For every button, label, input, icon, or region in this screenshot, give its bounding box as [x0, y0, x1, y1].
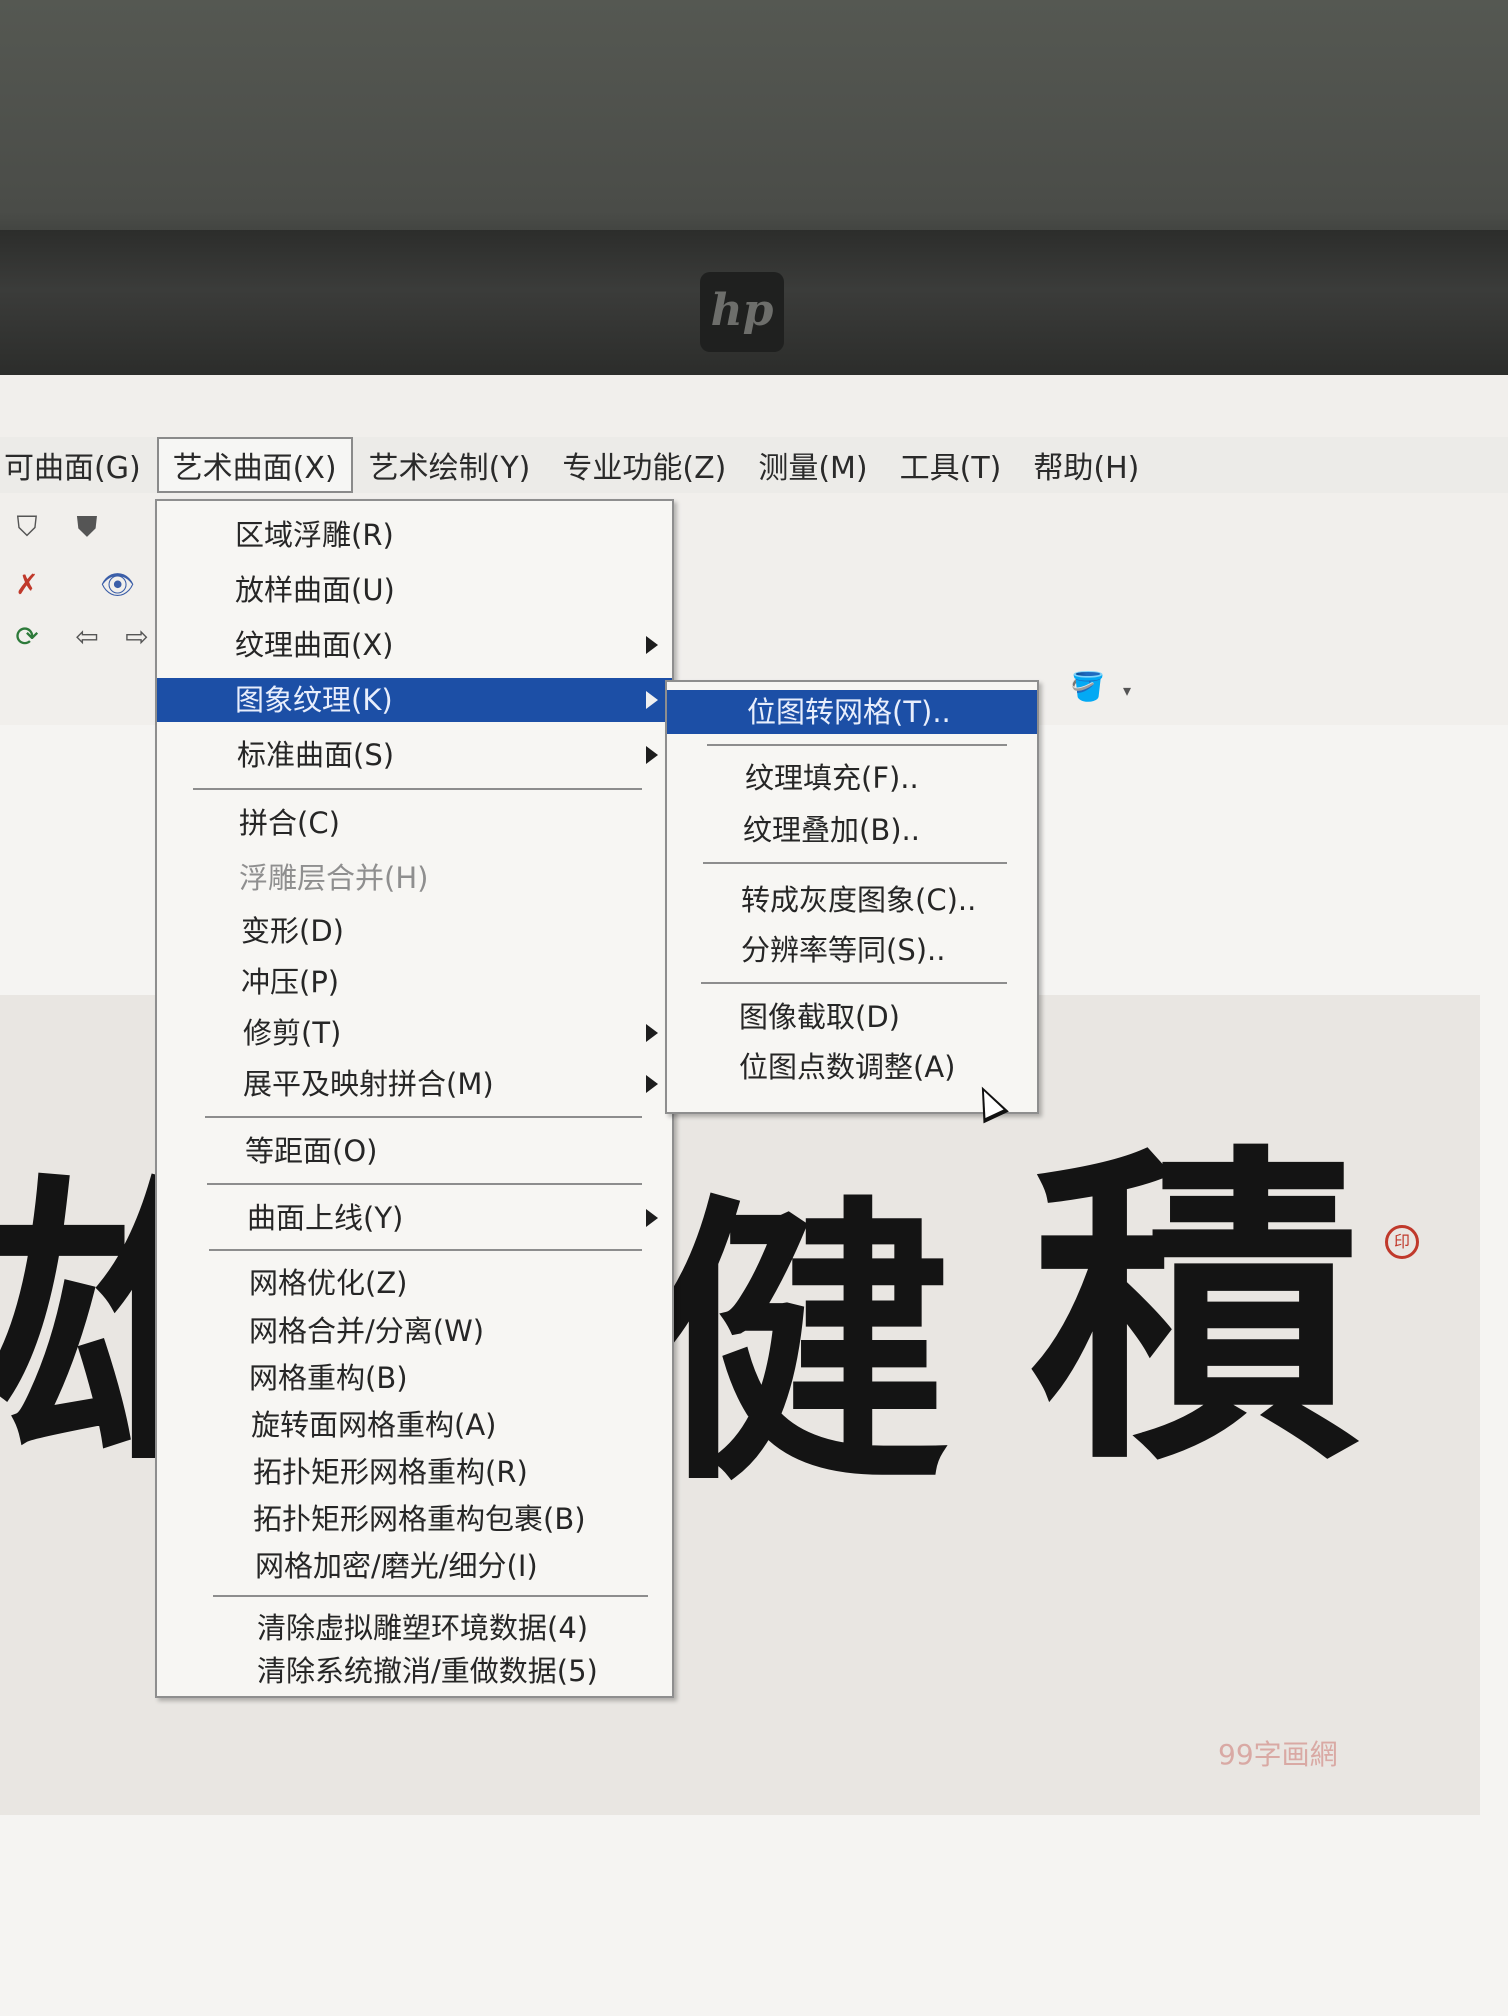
menu-surface[interactable]: 可曲面(G)	[0, 443, 157, 487]
submenu-arrow-icon	[646, 1209, 658, 1227]
menu-item-topo-rect-mesh-rebuild[interactable]: 拓扑矩形网格重构(R)	[157, 1450, 672, 1494]
menu-item-mesh-optimize[interactable]: 网格优化(Z)	[157, 1261, 672, 1305]
menu-separator	[213, 1595, 648, 1597]
menu-item-texture-fill[interactable]: 纹理填充(F)..	[667, 756, 1037, 800]
menu-item-deform[interactable]: 变形(D)	[157, 909, 672, 953]
menu-item-loft-surface[interactable]: 放样曲面(U)	[157, 568, 672, 612]
menu-item-clear-virtual-data[interactable]: 清除虚拟雕塑环境数据(4)	[157, 1606, 672, 1650]
menu-item-clear-undo-data[interactable]: 清除系统撤消/重做数据(5)	[157, 1649, 672, 1693]
menu-help[interactable]: 帮助(H)	[1017, 443, 1155, 487]
eye-icon[interactable]: 👁	[100, 568, 136, 602]
menu-measure[interactable]: 测量(M)	[742, 443, 883, 487]
menu-item-bitmap-points-adjust[interactable]: 位图点数调整(A)	[667, 1045, 1037, 1089]
submenu-arrow-icon	[646, 1024, 658, 1042]
art-surface-menu: 区域浮雕(R) 放样曲面(U) 纹理曲面(X) 图象纹理(K) 标准曲面(S) …	[155, 499, 674, 1698]
menu-item-bitmap-to-mesh[interactable]: 位图转网格(T)..	[667, 690, 1037, 734]
menu-item-texture-overlay[interactable]: 纹理叠加(B)..	[667, 808, 1037, 852]
submenu-arrow-icon	[646, 691, 658, 709]
calligraphy-char: 積	[1030, 1116, 1360, 1504]
menu-item-mesh-rebuild[interactable]: 网格重构(B)	[157, 1356, 672, 1400]
refresh-icon[interactable]: ⟳	[10, 620, 44, 654]
shield-dark-icon[interactable]: ⛊	[70, 510, 104, 544]
menu-separator	[205, 1116, 642, 1118]
menu-item-topo-rect-mesh-wrap[interactable]: 拓扑矩形网格重构包裹(B)	[157, 1497, 672, 1541]
menu-separator	[701, 982, 1007, 984]
menu-item-to-grayscale[interactable]: 转成灰度图象(C)..	[667, 878, 1037, 922]
menu-item-flatten-map-merge[interactable]: 展平及映射拼合(M)	[157, 1062, 672, 1106]
menu-item-image-crop[interactable]: 图像截取(D)	[667, 995, 1037, 1039]
watermark: 99字画網	[1218, 1738, 1338, 1771]
menu-separator	[207, 1183, 642, 1185]
menu-pro-functions[interactable]: 专业功能(Z)	[546, 443, 742, 487]
menu-item-curve-on-surface[interactable]: 曲面上线(Y)	[157, 1196, 672, 1240]
menu-separator	[707, 744, 1007, 746]
menu-item-offset-surface[interactable]: 等距面(O)	[157, 1129, 672, 1173]
menu-item-region-relief[interactable]: 区域浮雕(R)	[157, 513, 672, 557]
menu-item-image-texture[interactable]: 图象纹理(K)	[157, 678, 672, 722]
menubar: 可曲面(G) 艺术曲面(X) 艺术绘制(Y) 专业功能(Z) 测量(M) 工具(…	[0, 437, 1508, 493]
paint-bucket-icon[interactable]: 🪣	[1070, 670, 1105, 704]
application-screen: 可曲面(G) 艺术曲面(X) 艺术绘制(Y) 专业功能(Z) 测量(M) 工具(…	[0, 375, 1508, 2016]
menu-separator	[209, 1249, 642, 1251]
menu-item-stamp[interactable]: 冲压(P)	[157, 960, 672, 1004]
right-toolbar: 🪣 ▾	[1060, 670, 1180, 714]
arrow-left-icon[interactable]: ⇦	[70, 620, 104, 654]
chevron-down-icon[interactable]: ▾	[1110, 674, 1144, 708]
menu-item-mesh-refine[interactable]: 网格加密/磨光/细分(I)	[157, 1544, 672, 1588]
shield-icon[interactable]: ⛉	[10, 510, 44, 544]
menu-item-standard-surface[interactable]: 标准曲面(S)	[157, 733, 672, 777]
menu-art-surface[interactable]: 艺术曲面(X)	[156, 437, 353, 493]
menu-tools[interactable]: 工具(T)	[884, 443, 1018, 487]
menu-separator	[703, 862, 1007, 864]
menu-item-trim[interactable]: 修剪(T)	[157, 1011, 672, 1055]
menu-item-mesh-merge-split[interactable]: 网格合并/分离(W)	[157, 1309, 672, 1353]
submenu-arrow-icon	[646, 1075, 658, 1093]
menu-item-texture-surface[interactable]: 纹理曲面(X)	[157, 623, 672, 667]
menu-art-draw[interactable]: 艺术绘制(Y)	[353, 443, 547, 487]
menu-item-relief-layer-merge: 浮雕层合并(H)	[239, 861, 429, 895]
image-texture-submenu: 位图转网格(T).. 纹理填充(F).. 纹理叠加(B).. 转成灰度图象(C)…	[665, 680, 1039, 1114]
arrow-right-icon[interactable]: ⇨	[120, 620, 154, 654]
menu-separator	[193, 788, 642, 790]
left-toolbar: ⛉ ⛊ ✗ 👁 ⟳ ⇦ ⇨	[0, 500, 165, 653]
hp-logo: hp	[700, 272, 784, 352]
menu-item-resolution-equal[interactable]: 分辨率等同(S)..	[667, 928, 1037, 972]
menu-item-merge[interactable]: 拼合(C)	[157, 801, 672, 845]
delete-pick-icon[interactable]: ✗	[10, 568, 44, 602]
calligraphy-char: 健	[650, 1168, 950, 1521]
red-seal-stamp: 印	[1385, 1225, 1419, 1259]
submenu-arrow-icon	[646, 636, 658, 654]
menu-item-rotational-mesh-rebuild[interactable]: 旋转面网格重构(A)	[157, 1403, 672, 1447]
submenu-arrow-icon	[646, 746, 658, 764]
